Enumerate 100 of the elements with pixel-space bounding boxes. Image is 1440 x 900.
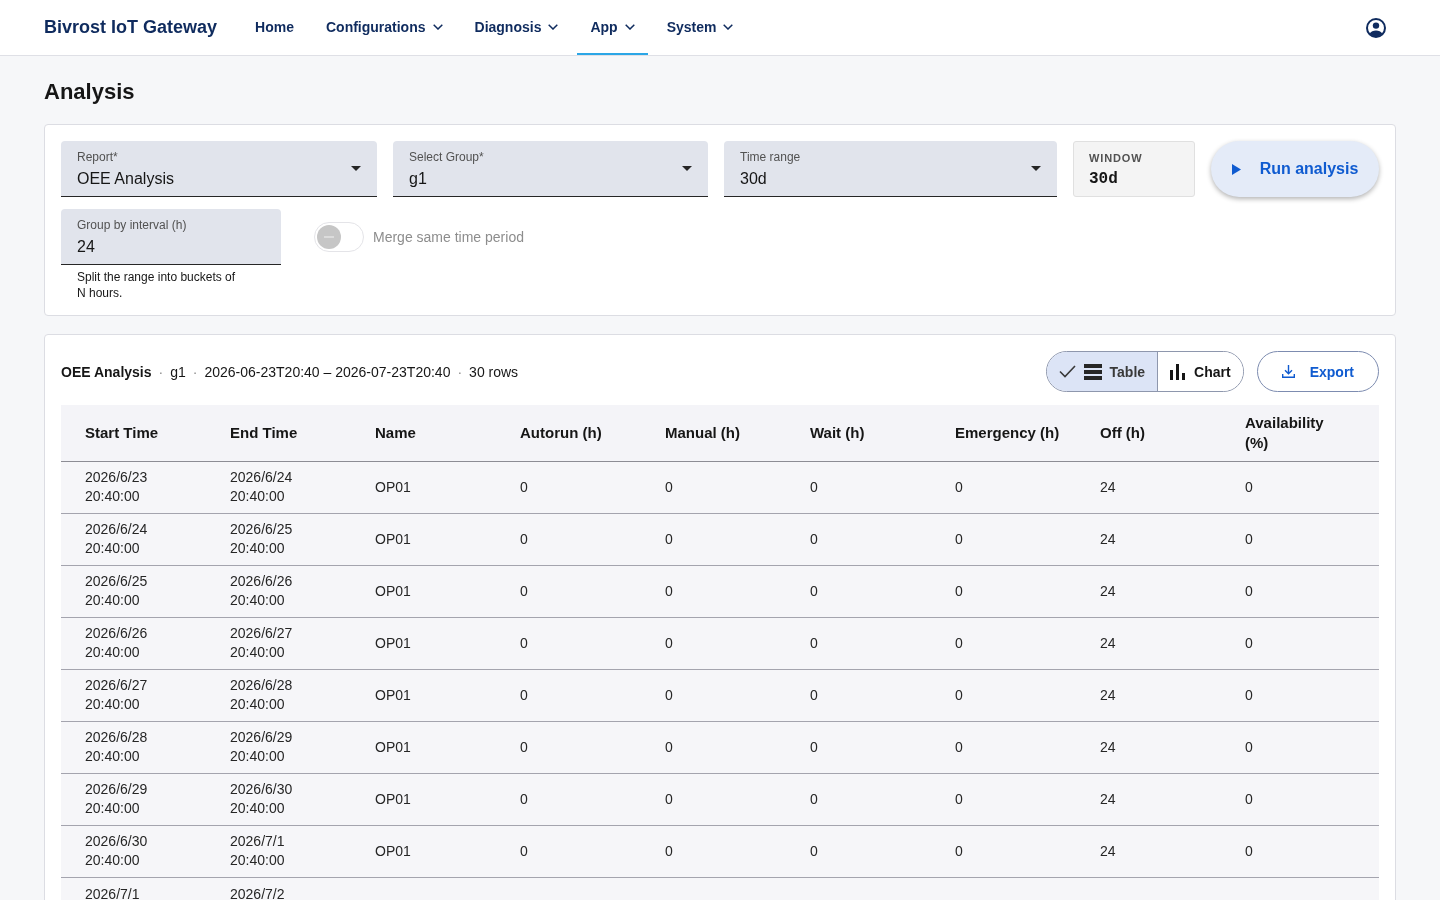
table-cell: 0 [496,825,641,877]
toggle-label: Merge same time period [373,229,524,245]
download-icon [1281,365,1295,378]
table-cell: 24 [1076,513,1221,565]
table-cell-text: 2026/6/24 20:40:00 [85,519,149,558]
field-label: Report* [77,148,119,165]
table-cell: 0 [1221,565,1379,617]
table-cell-text: 2026/7/1 20:40:00 [230,831,286,870]
nav-tab[interactable]: Configurations [312,0,456,55]
table-cell: 0 [931,669,1076,721]
table-cell: 0 [496,721,641,773]
table-cell-text: 2026/6/25 20:40:00 [230,519,294,558]
user-icon[interactable] [1366,17,1386,38]
table-cell: 0 [1221,825,1379,877]
list-icon [1083,363,1102,380]
nav-tab[interactable]: System [653,0,747,55]
chevron-down-icon [624,23,635,30]
summary-text: g1 [170,363,186,380]
field-value: 30d [740,168,768,189]
export-button[interactable]: Export [1256,351,1379,392]
table-cell: 0 [786,461,931,513]
column-header: Autorun (h) [496,405,641,461]
table-cell: 0 [1221,617,1379,669]
table-cell: 0 [786,513,931,565]
column-header: Name [351,405,496,461]
table-view-button[interactable]: Table [1046,352,1158,391]
chart-view-button[interactable]: Chart [1157,352,1243,391]
number-input-field[interactable]: Group by interval (h) 24 [61,209,281,265]
table-cell: 0 [931,825,1076,877]
table-cell-text: 2026/6/25 20:40:00 [85,571,149,610]
bar-chart-icon [1170,363,1187,380]
table-cell-text: 2026/6/27 20:40:00 [85,675,149,714]
table-cell: OP01 [351,565,496,617]
caret-down-icon [351,166,361,171]
column-header: End Time [206,405,351,461]
dot-separator: · [457,363,463,380]
dropdown-field[interactable]: Time range 30d [724,141,1057,197]
table-cell: 24 [1076,773,1221,825]
table-cell: 24 [1076,825,1221,877]
field-value: g1 [409,168,428,189]
table-cell: 0 [1221,669,1379,721]
table-cell: 0 [496,513,641,565]
table-cell: 0 [931,513,1076,565]
table-cell: 0 [641,773,786,825]
nav-tab[interactable]: App [577,0,648,55]
table-cell: 2026/7/1 [85,884,140,900]
report-title: OEE Analysis [61,363,152,380]
table-cell: 0 [1221,721,1379,773]
table-cell: 0 [641,565,786,617]
field-label: Time range [740,148,802,165]
field-label: Group by interval (h) [77,216,188,233]
table-cell: 0 [641,825,786,877]
table-cell: 0 [931,461,1076,513]
table-cell: 0 [931,773,1076,825]
chevron-down-icon [548,23,559,30]
field-label: Select Group* [409,148,485,165]
run-analysis-button[interactable]: Run analysis [1211,141,1379,197]
table-cell: 0 [496,617,641,669]
column-header: Wait (h) [786,405,931,461]
nav-tab[interactable]: Home [242,0,307,55]
table-cell-text: 2026/6/26 20:40:00 [85,623,149,662]
caret-down-icon [682,166,692,171]
table-cell-text: 2026/6/28 20:40:00 [85,727,149,766]
table-cell: OP01 [351,669,496,721]
table-cell: OP01 [351,825,496,877]
column-header: Emergency (h) [931,405,1076,461]
column-header: Off (h) [1076,405,1221,461]
table-cell: 0 [496,669,641,721]
table-cell: 0 [931,721,1076,773]
check-icon [1058,365,1076,378]
helper-text: Split the range into buckets of N hours. [77,269,237,301]
summary-text: 2026-06-23T20:40 – 2026-07-23T20:40 [204,363,451,380]
table-cell-text: 2026/6/30 20:40:00 [230,779,294,818]
page-title: Analysis [44,78,136,106]
table-cell: 24 [1076,461,1221,513]
table-cell: 0 [641,669,786,721]
table-cell-text: 2026/6/28 20:40:00 [230,675,294,714]
chevron-down-icon [723,23,734,30]
table-cell: 24 [1076,669,1221,721]
nav-tab[interactable]: Diagnosis [461,0,572,55]
dot-separator: · [158,363,164,380]
table-cell: 24 [1076,617,1221,669]
caret-down-icon [1031,166,1041,171]
table-cell-text: 2026/6/29 20:40:00 [85,779,149,818]
app-brand[interactable]: Bivrost IoT Gateway [44,17,218,38]
table-cell-text: 2026/6/27 20:40:00 [230,623,294,662]
table-cell: 0 [641,721,786,773]
column-header: Availability (%) [1221,405,1379,461]
table-cell: OP01 [351,461,496,513]
table-cell: 2026/7/2 [230,884,285,900]
table-cell: OP01 [351,617,496,669]
table-cell-text: 2026/6/23 20:40:00 [85,467,149,506]
chevron-down-icon [432,23,443,30]
dropdown-field[interactable]: Select Group* g1 [393,141,708,197]
play-icon [1231,163,1241,175]
table-cell: 0 [641,513,786,565]
table-cell: 0 [786,617,931,669]
dropdown-field[interactable]: Report* OEE Analysis [61,141,377,197]
table-cell: 0 [931,565,1076,617]
table-cell: 0 [641,617,786,669]
